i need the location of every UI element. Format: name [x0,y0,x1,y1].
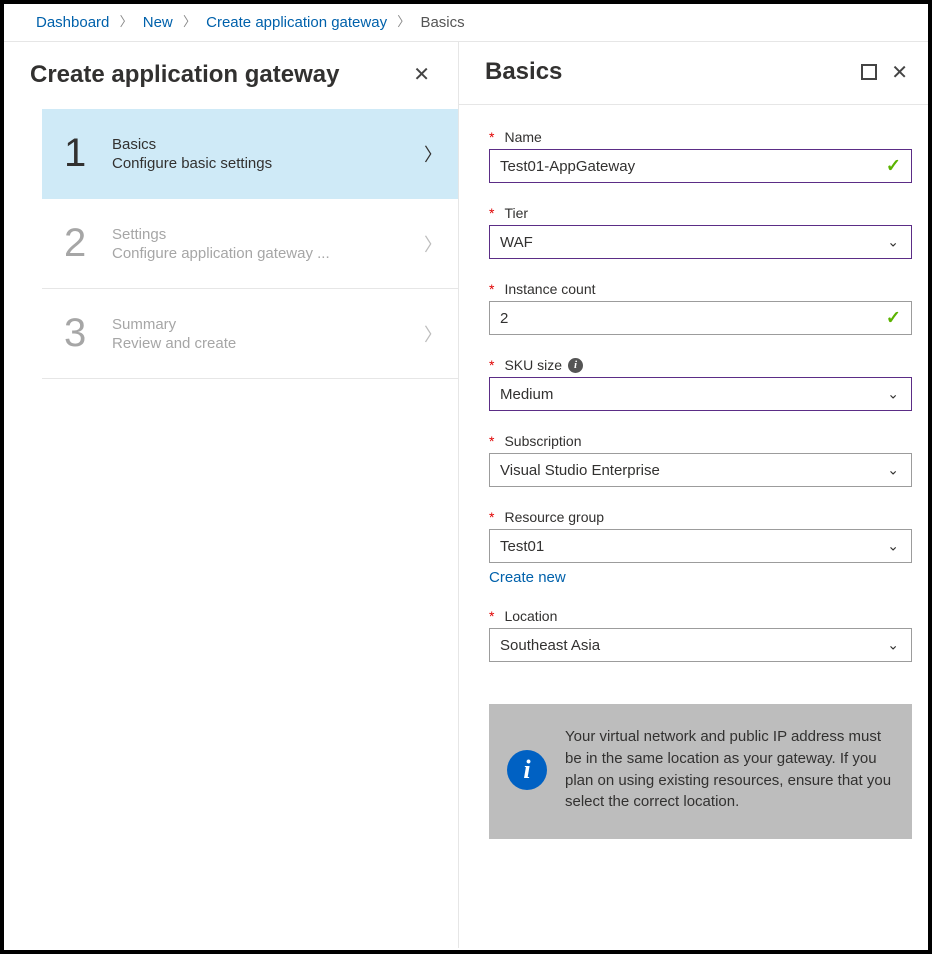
input-value: Test01-AppGateway [500,158,635,175]
breadcrumb-link-create-application-gateway[interactable]: Create application gateway [206,14,387,31]
form-panel: Basics ✕ * Name Test01-AppGateway ✓ [459,42,928,948]
label-text: Resource group [504,509,604,525]
chevron-right-icon: 〉 [183,14,196,29]
breadcrumb: Dashboard 〉 New 〉 Create application gat… [4,4,928,41]
wizard-title: Create application gateway [30,61,339,89]
select-value: Visual Studio Enterprise [500,462,660,479]
sku-size-select[interactable]: Medium ⌄ [489,377,912,411]
select-value: Medium [500,386,553,403]
step-title: Basics [112,136,424,153]
resource-group-select[interactable]: Test01 ⌄ [489,529,912,563]
close-icon[interactable]: ✕ [405,58,438,91]
form-title: Basics [485,58,562,86]
checkmark-icon: ✓ [886,156,901,177]
chevron-down-icon: ⌄ [887,538,899,555]
step-title: Settings [112,226,424,243]
chevron-right-icon: 〉 [424,141,442,167]
required-icon: * [489,205,494,221]
chevron-down-icon: ⌄ [887,234,899,251]
wizard-step-summary[interactable]: 3 Summary Review and create 〉 [42,289,458,379]
step-title: Summary [112,316,424,333]
label-text: Instance count [504,281,595,297]
info-notice-text: Your virtual network and public IP addre… [565,726,894,813]
required-icon: * [489,509,494,525]
wizard-steps-panel: Create application gateway ✕ 1 Basics Co… [4,42,459,948]
resource-group-label: * Resource group [489,509,912,525]
location-label: * Location [489,608,912,624]
chevron-right-icon: 〉 [424,321,442,347]
step-description: Configure application gateway ... [112,245,424,262]
label-text: Location [504,608,557,624]
step-number: 1 [64,131,112,176]
label-text: Tier [504,205,528,221]
tier-select[interactable]: WAF ⌄ [489,225,912,259]
info-icon: i [507,750,547,790]
chevron-down-icon: ⌄ [887,386,899,403]
step-number: 2 [64,221,112,266]
chevron-right-icon: 〉 [397,14,410,29]
tier-label: * Tier [489,205,912,221]
info-notice: i Your virtual network and public IP add… [489,704,912,839]
select-value: Southeast Asia [500,637,600,654]
required-icon: * [489,281,494,297]
breadcrumb-current: Basics [420,14,464,31]
name-input[interactable]: Test01-AppGateway ✓ [489,149,912,183]
breadcrumb-link-dashboard[interactable]: Dashboard [36,14,109,31]
select-value: WAF [500,234,533,251]
input-value: 2 [500,310,508,327]
sku-size-label: * SKU size i [489,357,912,373]
create-new-link[interactable]: Create new [489,569,566,586]
chevron-down-icon: ⌄ [887,637,899,654]
chevron-down-icon: ⌄ [887,462,899,479]
location-select[interactable]: Southeast Asia ⌄ [489,628,912,662]
required-icon: * [489,433,494,449]
instance-count-label: * Instance count [489,281,912,297]
checkmark-icon: ✓ [886,308,901,329]
step-number: 3 [64,311,112,356]
wizard-step-basics[interactable]: 1 Basics Configure basic settings 〉 [42,109,458,199]
label-text: SKU size [504,357,562,373]
chevron-right-icon: 〉 [424,231,442,257]
subscription-label: * Subscription [489,433,912,449]
wizard-step-settings[interactable]: 2 Settings Configure application gateway… [42,199,458,289]
breadcrumb-link-new[interactable]: New [143,14,173,31]
close-icon[interactable]: ✕ [891,60,908,85]
required-icon: * [489,357,494,373]
subscription-select[interactable]: Visual Studio Enterprise ⌄ [489,453,912,487]
step-description: Configure basic settings [112,155,424,172]
required-icon: * [489,608,494,624]
instance-count-input[interactable]: 2 ✓ [489,301,912,335]
name-label: * Name [489,129,912,145]
required-icon: * [489,129,494,145]
label-text: Name [504,129,541,145]
step-description: Review and create [112,335,424,352]
label-text: Subscription [504,433,581,449]
chevron-right-icon: 〉 [120,14,133,29]
maximize-icon[interactable] [861,64,877,80]
select-value: Test01 [500,538,544,555]
info-icon[interactable]: i [568,358,583,373]
